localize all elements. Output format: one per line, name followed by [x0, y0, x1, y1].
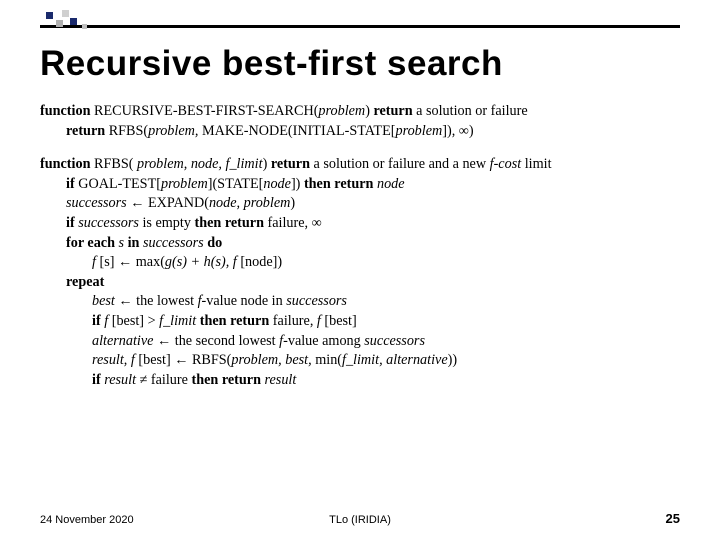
line: result, f [best] ← RBFS(problem, best, m…: [40, 351, 680, 371]
line: function RFBS( problem, node, f_limit) r…: [40, 155, 680, 175]
footer-center: TLo (IRIDIA): [40, 514, 680, 526]
kw-then-return: then return: [191, 372, 264, 388]
func-rfbs: function RFBS( problem, node, f_limit) r…: [40, 155, 680, 390]
kw-then-return: then return: [304, 176, 377, 192]
kw-function: function: [40, 103, 90, 119]
func-rbfs-outer: function RECURSIVE-BEST-FIRST-SEARCH(pro…: [40, 102, 680, 141]
header-rule: [40, 25, 680, 28]
line: return RFBS(problem, MAKE-NODE(INITIAL-S…: [40, 122, 680, 142]
slide-title: Recursive best-first search: [40, 44, 680, 84]
decor-square: [70, 18, 77, 25]
line: if result ≠ failure then return result: [40, 371, 680, 391]
kw-return: return: [271, 156, 310, 172]
kw-for-each: for each: [66, 235, 119, 251]
line: best ← the lowest f-value node in succes…: [40, 292, 680, 312]
kw-then-return: then return: [194, 215, 267, 231]
decor-square: [62, 10, 69, 17]
kw-in: in: [124, 235, 143, 251]
line: if f [best] > f_limit then return failur…: [40, 312, 680, 332]
line: f [s] ← max(g(s) + h(s), f [node]): [40, 253, 680, 273]
kw-return: return: [66, 123, 105, 139]
kw-repeat: repeat: [66, 274, 104, 290]
kw-if: if: [66, 176, 75, 192]
line: successors ← EXPAND(node, problem): [40, 194, 680, 214]
slide: Recursive best-first search function REC…: [0, 0, 720, 540]
kw-do: do: [204, 235, 223, 251]
decor-square: [56, 20, 63, 27]
line: function RECURSIVE-BEST-FIRST-SEARCH(pro…: [40, 102, 680, 122]
kw-if: if: [66, 215, 78, 231]
kw-if: if: [92, 313, 104, 329]
decor-square: [82, 24, 87, 29]
line: if successors is empty then return failu…: [40, 214, 680, 234]
line: repeat: [40, 273, 680, 293]
line: for each s in successors do: [40, 234, 680, 254]
footer-page: 25: [666, 511, 680, 526]
kw-then-return: then return: [196, 313, 273, 329]
kw-return: return: [373, 103, 412, 119]
kw-if: if: [92, 372, 104, 388]
decor-square: [46, 12, 53, 19]
kw-function: function: [40, 156, 90, 172]
line: alternative ← the second lowest f-value …: [40, 332, 680, 352]
slide-body: function RECURSIVE-BEST-FIRST-SEARCH(pro…: [40, 102, 680, 390]
line: if GOAL-TEST[problem](STATE[node]) then …: [40, 175, 680, 195]
header-decor: [40, 10, 680, 30]
